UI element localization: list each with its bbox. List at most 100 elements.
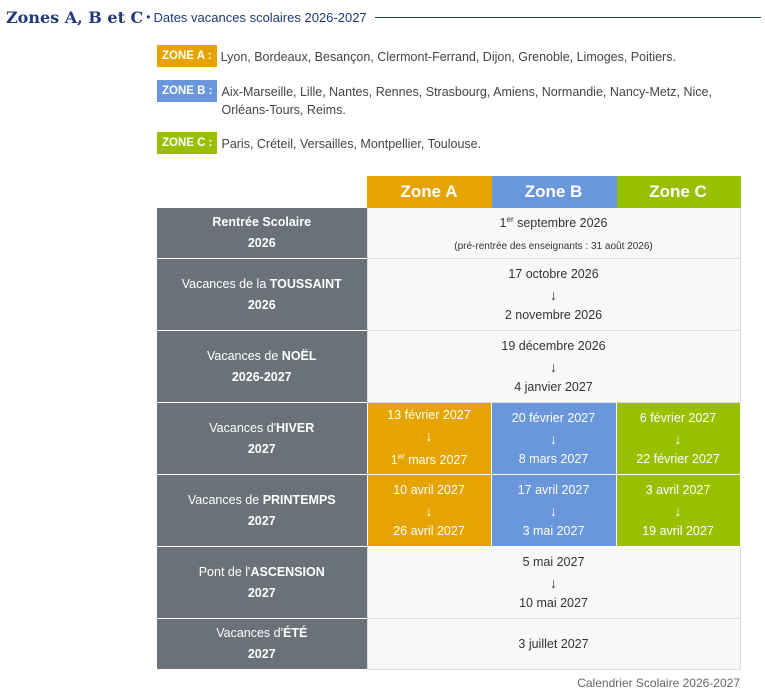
header-zone-a: Zone A <box>366 176 492 208</box>
holiday-table-wrapper: Zone A Zone B Zone C Rentrée Scolaire 20… <box>157 176 741 670</box>
ascension-cell: 5 mai 2027 ↓ 10 mai 2027 <box>366 546 741 619</box>
printemps-b-to: 3 mai 2027 <box>522 523 585 538</box>
page-header: Zones A, B et C • Dates vacances scolair… <box>6 6 761 28</box>
printemps-prefix: Vacances de <box>187 492 263 507</box>
noel-prefix: Vacances de <box>206 348 282 363</box>
printemps-name: PRINTEMPS <box>262 492 336 507</box>
printemps-zone-a-cell: 10 avril 2027 ↓ 26 avril 2027 <box>366 474 492 547</box>
ascension-prefix: Pont de l' <box>198 564 251 579</box>
page-subtitle: Dates vacances scolaires 2026-2027 <box>153 9 367 25</box>
title-separator: • <box>146 10 151 24</box>
table-row: Vacances de NOËL 2026-2027 19 décembre 2… <box>157 330 741 403</box>
ete-prefix: Vacances d' <box>216 626 283 640</box>
zone-b-badge: ZONE B : <box>157 80 218 102</box>
table-row: Vacances d'ÉTÉ 2027 3 juillet 2027 <box>157 618 741 670</box>
table-caption: Calendrier Scolaire 2026-2027 <box>577 676 740 690</box>
zone-c-badge: ZONE C : <box>157 132 218 154</box>
holiday-table: Zone A Zone B Zone C Rentrée Scolaire 20… <box>157 176 741 670</box>
hiver-c-from: 6 février 2027 <box>639 410 717 425</box>
row-label-printemps: Vacances de PRINTEMPS 2027 <box>157 474 367 547</box>
header-zone-b: Zone B <box>490 176 617 208</box>
header-empty-cell <box>157 176 367 208</box>
rentree-label: Rentrée Scolaire <box>212 214 312 229</box>
toussaint-name: TOUSSAINT <box>269 276 342 291</box>
printemps-a-to: 26 avril 2027 <box>393 523 465 538</box>
noel-cell: 19 décembre 2026 ↓ 4 janvier 2027 <box>366 330 741 403</box>
printemps-c-to: 19 avril 2027 <box>642 523 714 538</box>
noel-name: NOËL <box>281 348 317 363</box>
rentree-cell: 1er septembre 2026 (pré-rentrée des ense… <box>366 207 741 259</box>
table-row: Vacances de PRINTEMPS 2027 10 avril 2027… <box>157 474 741 547</box>
ete-year: 2027 <box>247 647 276 661</box>
hiver-zone-a-cell: 13 février 2027 ↓ 1er mars 2027 <box>366 402 492 475</box>
printemps-year: 2027 <box>247 513 276 528</box>
table-row: Pont de l'ASCENSION 2027 5 mai 2027 ↓ 10… <box>157 546 741 619</box>
table-row: Rentrée Scolaire 2026 1er septembre 2026… <box>157 207 741 259</box>
ascension-year: 2027 <box>247 585 276 600</box>
toussaint-year: 2026 <box>247 297 276 312</box>
ascension-from: 5 mai 2027 <box>522 554 585 569</box>
noel-to: 4 janvier 2027 <box>514 379 593 394</box>
toussaint-from: 17 octobre 2026 <box>508 266 599 281</box>
row-label-hiver: Vacances d'HIVER 2027 <box>157 402 367 475</box>
printemps-zone-b-cell: 17 avril 2027 ↓ 3 mai 2027 <box>490 474 617 547</box>
zone-c-line: ZONE C : Paris, Créteil, Versailles, Mon… <box>157 132 747 154</box>
hiver-prefix: Vacances d' <box>209 420 277 435</box>
zones-legend: ZONE A : Lyon, Bordeaux, Besançon, Clerm… <box>157 45 747 167</box>
rentree-date-rest: septembre 2026 <box>513 216 608 231</box>
table-header-row: Zone A Zone B Zone C <box>157 176 741 208</box>
toussaint-cell: 17 octobre 2026 ↓ 2 novembre 2026 <box>366 258 741 331</box>
ete-cell: 3 juillet 2027 <box>366 618 741 670</box>
printemps-b-from: 17 avril 2027 <box>517 482 590 497</box>
rentree-year: 2026 <box>247 235 276 250</box>
arrow-down-icon: ↓ <box>550 574 557 591</box>
arrow-down-icon: ↓ <box>550 502 557 519</box>
noel-from: 19 décembre 2026 <box>501 338 606 353</box>
rentree-note: (pré-rentrée des enseignants : 31 août 2… <box>454 240 653 252</box>
header-zone-c: Zone C <box>615 176 741 208</box>
hiver-name: HIVER <box>276 420 315 435</box>
hiver-zone-b-cell: 20 février 2027 ↓ 8 mars 2027 <box>490 402 617 475</box>
hiver-zone-c-cell: 6 février 2027 ↓ 22 février 2027 <box>615 402 741 475</box>
zone-c-cities: Paris, Créteil, Versailles, Montpellier,… <box>221 137 482 151</box>
hiver-a-to-sup: er <box>397 452 405 462</box>
ete-name: ÉTÉ <box>282 626 308 640</box>
rentree-date-sup: er <box>506 215 514 225</box>
arrow-down-icon: ↓ <box>550 430 557 447</box>
zone-a-cities: Lyon, Bordeaux, Besançon, Clermont-Ferra… <box>220 50 676 64</box>
zone-a-line: ZONE A : Lyon, Bordeaux, Besançon, Clerm… <box>157 45 747 67</box>
noel-year: 2026-2027 <box>231 369 292 384</box>
hiver-b-to: 8 mars 2027 <box>518 451 589 466</box>
rentree-date-num: 1 <box>499 216 507 231</box>
row-label-ete: Vacances d'ÉTÉ 2027 <box>157 618 367 670</box>
zone-b-cities: Aix-Marseille, Lille, Nantes, Rennes, St… <box>221 85 712 117</box>
arrow-down-icon: ↓ <box>425 428 433 445</box>
page-title: Zones A, B et C <box>6 7 144 27</box>
arrow-down-icon: ↓ <box>674 502 682 519</box>
table-row: Vacances de la TOUSSAINT 2026 17 octobre… <box>157 258 741 331</box>
printemps-zone-c-cell: 3 avril 2027 ↓ 19 avril 2027 <box>615 474 741 547</box>
arrow-down-icon: ↓ <box>550 358 557 375</box>
hiver-a-to-num: 1 <box>390 453 398 468</box>
table-row: Vacances d'HIVER 2027 13 février 2027 ↓ … <box>157 402 741 475</box>
printemps-c-from: 3 avril 2027 <box>645 482 711 497</box>
row-label-ascension: Pont de l'ASCENSION 2027 <box>157 546 367 619</box>
hiver-a-to-rest: mars 2027 <box>404 453 468 468</box>
row-label-toussaint: Vacances de la TOUSSAINT 2026 <box>157 258 367 331</box>
row-label-rentree: Rentrée Scolaire 2026 <box>157 207 367 259</box>
hiver-c-to: 22 février 2027 <box>636 451 720 466</box>
zone-b-line: ZONE B : Aix-Marseille, Lille, Nantes, R… <box>157 80 747 119</box>
toussaint-to: 2 novembre 2026 <box>504 307 603 322</box>
arrow-down-icon: ↓ <box>674 430 682 447</box>
hiver-a-from: 13 février 2027 <box>387 408 471 423</box>
printemps-a-from: 10 avril 2027 <box>393 482 465 497</box>
hiver-b-from: 20 février 2027 <box>511 410 596 425</box>
ete-date: 3 juillet 2027 <box>518 636 589 651</box>
arrow-down-icon: ↓ <box>550 286 557 303</box>
hiver-year: 2027 <box>247 441 276 456</box>
header-rule <box>374 16 761 18</box>
row-label-noel: Vacances de NOËL 2026-2027 <box>157 330 367 403</box>
ascension-to: 10 mai 2027 <box>519 595 588 610</box>
ascension-name: ASCENSION <box>250 564 325 579</box>
arrow-down-icon: ↓ <box>425 502 433 519</box>
